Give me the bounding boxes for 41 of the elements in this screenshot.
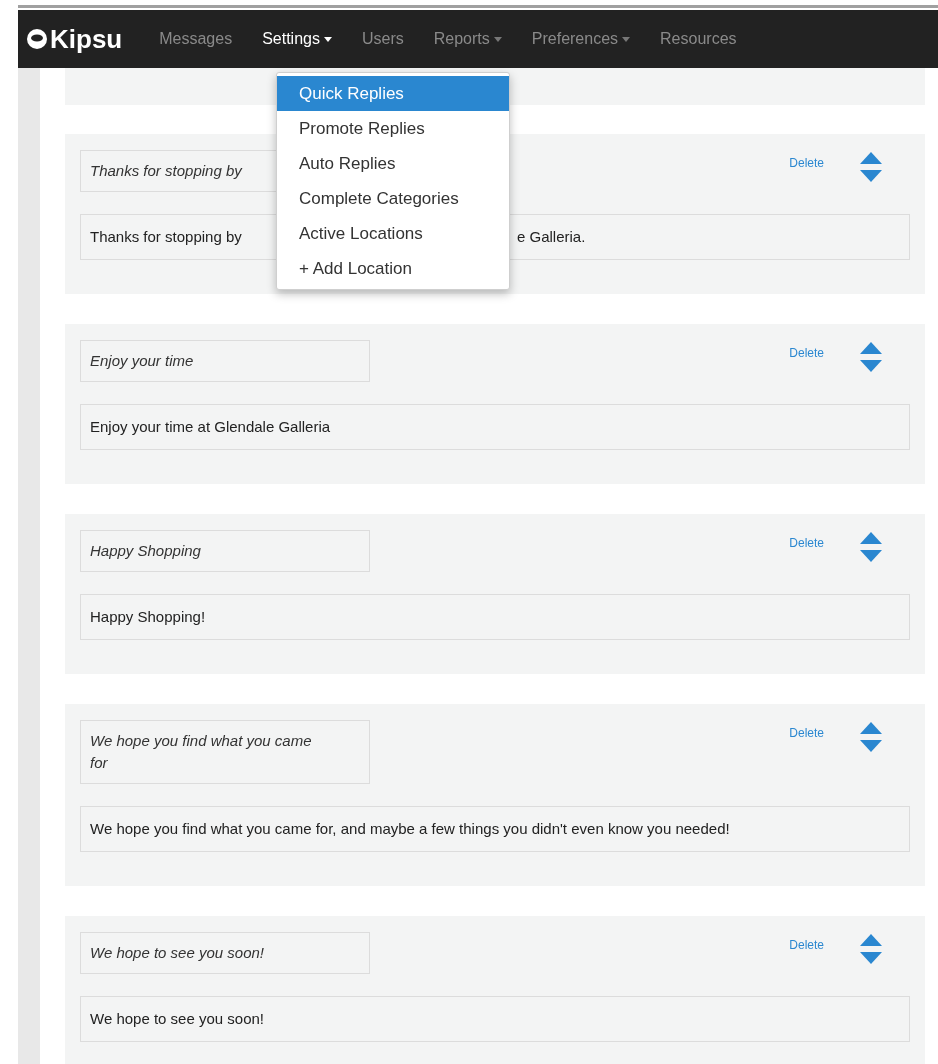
move-down-button[interactable] bbox=[860, 360, 882, 372]
delete-link[interactable]: Delete bbox=[789, 724, 824, 742]
reply-title-field[interactable]: We hope to see you soon! bbox=[80, 932, 370, 974]
delete-link[interactable]: Delete bbox=[789, 936, 824, 954]
reply-body-text: Thanks for stopping by bbox=[90, 227, 243, 247]
reply-body-text: e Galleria. bbox=[517, 227, 586, 247]
delete-link[interactable]: Delete bbox=[789, 154, 824, 172]
nav-item[interactable]: Settings bbox=[247, 27, 347, 51]
reply-body-field[interactable]: Happy Shopping! bbox=[80, 594, 910, 640]
delete-link[interactable]: Delete bbox=[789, 534, 824, 552]
move-up-button[interactable] bbox=[860, 532, 882, 544]
move-up-button[interactable] bbox=[860, 152, 882, 164]
reply-body-text: We hope you find what you came for, and maybe a few things you didn't even know you needed! bbox=[90, 819, 730, 839]
move-up-button[interactable] bbox=[860, 722, 882, 734]
logo-icon bbox=[26, 28, 48, 50]
move-down-button[interactable] bbox=[860, 740, 882, 752]
menu-item[interactable]: Promote Replies bbox=[277, 111, 509, 146]
move-down-button[interactable] bbox=[860, 170, 882, 182]
nav-item[interactable]: Reports bbox=[418, 27, 517, 51]
reply-body-field[interactable]: Enjoy your time at Glendale Galleria bbox=[80, 404, 910, 450]
nav-item[interactable]: Users bbox=[346, 27, 419, 51]
move-down-button[interactable] bbox=[860, 952, 882, 964]
reply-body-field[interactable]: We hope you find what you came for, and maybe a few things you didn't even know you needed! bbox=[80, 806, 910, 852]
reply-body-text: Enjoy your time at Glendale Galleria bbox=[90, 417, 331, 437]
delete-link[interactable]: Delete bbox=[789, 344, 824, 362]
move-down-button[interactable] bbox=[860, 550, 882, 562]
nav-item[interactable]: Messages bbox=[144, 27, 248, 51]
reply-body-text: We hope to see you soon! bbox=[90, 1009, 264, 1029]
reply-title-field[interactable]: We hope you find what you came for bbox=[80, 720, 370, 784]
nav-item[interactable]: Preferences bbox=[516, 27, 646, 51]
brand-logo[interactable]: Kipsu bbox=[50, 19, 123, 59]
reply-title-field[interactable]: Enjoy your time bbox=[80, 340, 370, 382]
reply-body-text: Happy Shopping! bbox=[90, 607, 206, 627]
reply-title-field[interactable]: Happy Shopping bbox=[80, 530, 370, 572]
menu-item[interactable]: Active Locations bbox=[277, 216, 509, 251]
move-up-button[interactable] bbox=[860, 934, 882, 946]
nav-item[interactable]: Resources bbox=[645, 27, 752, 51]
move-up-button[interactable] bbox=[860, 342, 882, 354]
menu-item[interactable]: + Add Location bbox=[277, 251, 509, 286]
reply-body-field[interactable]: We hope to see you soon! bbox=[80, 996, 910, 1042]
menu-item[interactable]: Quick Replies bbox=[277, 76, 509, 111]
